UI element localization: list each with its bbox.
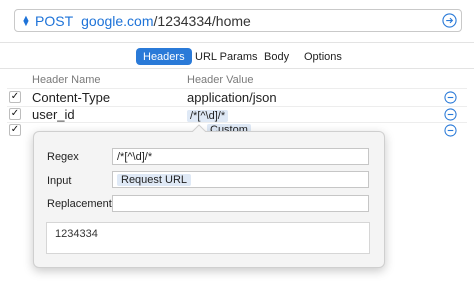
result-preview: 1234334 [46, 222, 370, 254]
regex-label: Regex [47, 151, 79, 163]
updown-chevron-icon[interactable]: ▲ ▼ [19, 13, 33, 27]
result-value: 1234334 [55, 228, 98, 240]
row-checkbox[interactable]: ✓ [9, 91, 21, 103]
regex-token[interactable]: /*[^\d]/* [187, 110, 229, 122]
tab-url-params[interactable]: URL Params [188, 48, 265, 65]
checkmark-icon: ✓ [10, 91, 20, 102]
header-name-cell[interactable]: Content-Type [32, 90, 110, 105]
tab-bar: Headers URL Params Body Options [0, 48, 474, 66]
tab-options[interactable]: Options [297, 48, 349, 65]
column-header-value: Header Value [187, 74, 254, 86]
header-divider [7, 88, 467, 89]
input-field[interactable]: Request URL [112, 171, 369, 188]
checkmark-icon: ✓ [10, 108, 20, 119]
toolbar-divider [0, 42, 474, 43]
replacement-field[interactable] [112, 195, 369, 212]
url-host[interactable]: google.com [81, 13, 153, 29]
regex-value[interactable]: /*[^\d]/* [117, 151, 152, 163]
header-name-cell[interactable]: user_id [32, 107, 75, 122]
tab-body[interactable]: Body [257, 48, 296, 65]
table-row: ✓ Content-Type application/json [0, 90, 474, 106]
tab-headers[interactable]: Headers [136, 48, 192, 65]
regex-field[interactable]: /*[^\d]/* [112, 148, 369, 165]
input-label: Input [47, 175, 72, 187]
method-selector[interactable]: POST [35, 13, 73, 29]
tab-divider [0, 68, 474, 69]
minus-circle-icon[interactable] [444, 108, 457, 121]
minus-circle-icon[interactable] [444, 91, 457, 104]
row-checkbox[interactable]: ✓ [9, 108, 21, 120]
arrow-right-circle-icon[interactable] [442, 13, 457, 28]
input-token[interactable]: Request URL [117, 173, 192, 186]
url-path[interactable]: /1234334/home [154, 13, 251, 29]
checkmark-icon: ✓ [10, 124, 20, 135]
header-value-cell[interactable]: /*[^\d]/* [187, 107, 229, 122]
row-checkbox[interactable]: ✓ [9, 124, 21, 136]
replacement-label: Replacement [47, 198, 112, 210]
column-header-name: Header Name [32, 74, 101, 86]
header-value-cell[interactable]: application/json [187, 90, 277, 105]
table-row: ✓ user_id /*[^\d]/* [0, 107, 474, 123]
minus-circle-icon[interactable] [444, 124, 457, 137]
url-bar[interactable]: ▲ ▼ POST google.com /1234334/home [14, 9, 462, 32]
popover-arrow [192, 124, 206, 132]
